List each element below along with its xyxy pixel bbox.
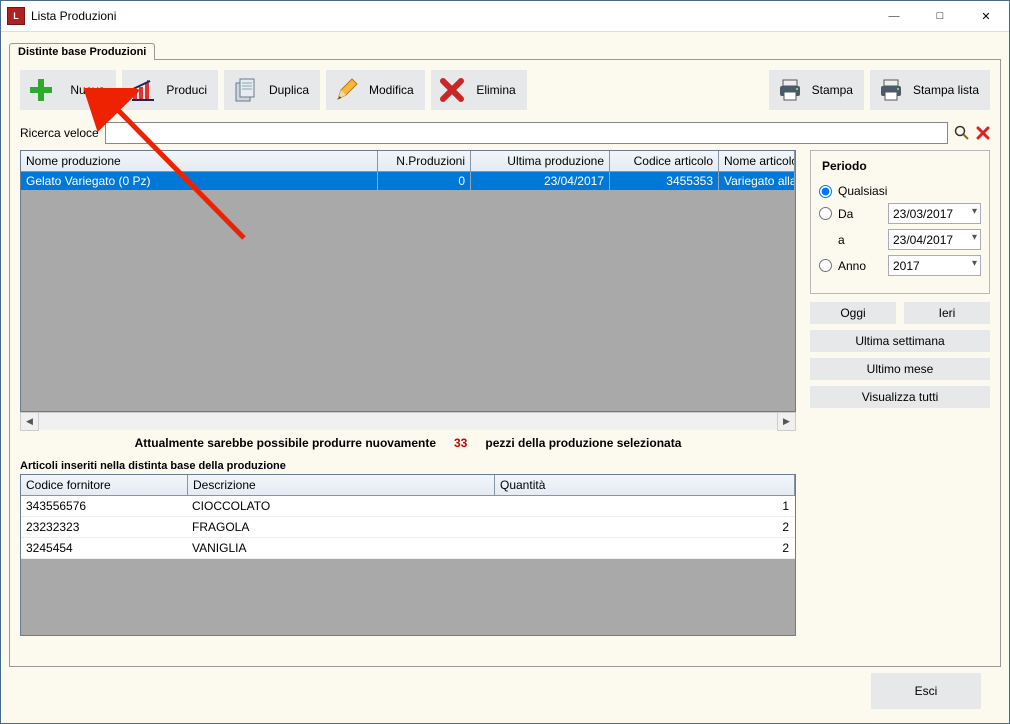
footer: Esci [9,667,1001,715]
radio-anno[interactable] [819,259,832,272]
duplica-button[interactable]: Duplica [224,70,320,110]
toolbar: Nuova Produci Duplica [20,70,990,110]
search-row: Ricerca veloce [20,122,990,144]
col-codice-fornitore[interactable]: Codice fornitore [21,475,188,496]
radio-qualsiasi[interactable] [819,185,832,198]
ultimo-mese-button[interactable]: Ultimo mese [810,358,990,380]
periodo-title: Periodo [819,159,870,173]
elimina-button[interactable]: Elimina [431,70,527,110]
printer-icon [776,76,804,104]
bom-row[interactable]: 23232323 FRAGOLA 2 [21,517,795,538]
stampa-lista-button[interactable]: Stampa lista [870,70,990,110]
bom-grid[interactable]: Codice fornitore Descrizione Quantità 34… [20,474,796,636]
label-da: Da [838,207,882,221]
app-icon: L [7,7,25,25]
magnifier-icon[interactable] [954,125,970,141]
detail-title: Articoli inseriti nella distinta base de… [20,460,796,472]
bom-row[interactable]: 343556576 CIOCCOLATO 1 [21,496,795,517]
production-capacity-message: Attualmente sarebbe possibile produrre n… [20,436,796,450]
productions-grid[interactable]: Nome produzione N.Produzioni Ultima prod… [20,150,796,412]
document-stack-icon [231,76,259,104]
scroll-left-button[interactable]: ◀ [20,412,39,431]
ultima-settimana-button[interactable]: Ultima settimana [810,330,990,352]
grid-header: Nome produzione N.Produzioni Ultima prod… [21,151,795,172]
date-to-select[interactable]: 23/04/2017 [888,229,981,250]
label-qualsiasi: Qualsiasi [838,184,887,198]
chart-icon [129,76,157,104]
window-title: Lista Produzioni [31,9,116,23]
col-descrizione[interactable]: Descrizione [188,475,495,496]
grid-h-scrollbar[interactable]: ◀ ▶ [20,412,796,430]
col-codice-articolo[interactable]: Codice articolo [610,151,719,172]
plus-icon [27,76,55,104]
col-quantita[interactable]: Quantità [495,475,795,496]
periodo-groupbox: Periodo Qualsiasi Da 23/03/2017 a [810,150,990,294]
titlebar: L Lista Produzioni — □ ✕ [1,1,1009,32]
esci-button[interactable]: Esci [871,673,981,709]
tab-distinte-base[interactable]: Distinte base Produzioni [9,43,155,60]
close-button[interactable]: ✕ [963,1,1009,31]
pencil-icon [333,76,361,104]
minimize-button[interactable]: — [871,1,917,31]
delete-x-icon [438,76,466,104]
year-select[interactable]: 2017 [888,255,981,276]
ieri-button[interactable]: Ieri [904,302,990,324]
scroll-right-button[interactable]: ▶ [777,412,796,431]
produci-button[interactable]: Produci [122,70,218,110]
label-anno: Anno [838,259,882,273]
label-a: a [838,233,882,247]
oggi-button[interactable]: Oggi [810,302,896,324]
main-panel: Nuova Produci Duplica [9,59,1001,667]
grid-row[interactable]: Gelato Variegato (0 Pz) 0 23/04/2017 345… [21,172,795,190]
modifica-button[interactable]: Modifica [326,70,425,110]
col-ultima-produzione[interactable]: Ultima produzione [471,151,610,172]
printer-icon [877,76,905,104]
nuova-button[interactable]: Nuova [20,70,116,110]
search-label: Ricerca veloce [20,126,99,140]
col-n-produzioni[interactable]: N.Produzioni [378,151,471,172]
maximize-button[interactable]: □ [917,1,963,31]
date-from-select[interactable]: 23/03/2017 [888,203,981,224]
bom-row[interactable]: 3245454 VANIGLIA 2 [21,538,795,559]
col-nome-articolo[interactable]: Nome articolo prodotto [719,151,795,172]
app-window: L Lista Produzioni — □ ✕ Distinte base P… [0,0,1010,724]
search-input[interactable] [105,122,948,144]
col-nome-produzione[interactable]: Nome produzione [21,151,378,172]
radio-da[interactable] [819,207,832,220]
clear-search-icon[interactable] [976,126,990,140]
visualizza-tutti-button[interactable]: Visualizza tutti [810,386,990,408]
stampa-button[interactable]: Stampa [769,70,864,110]
